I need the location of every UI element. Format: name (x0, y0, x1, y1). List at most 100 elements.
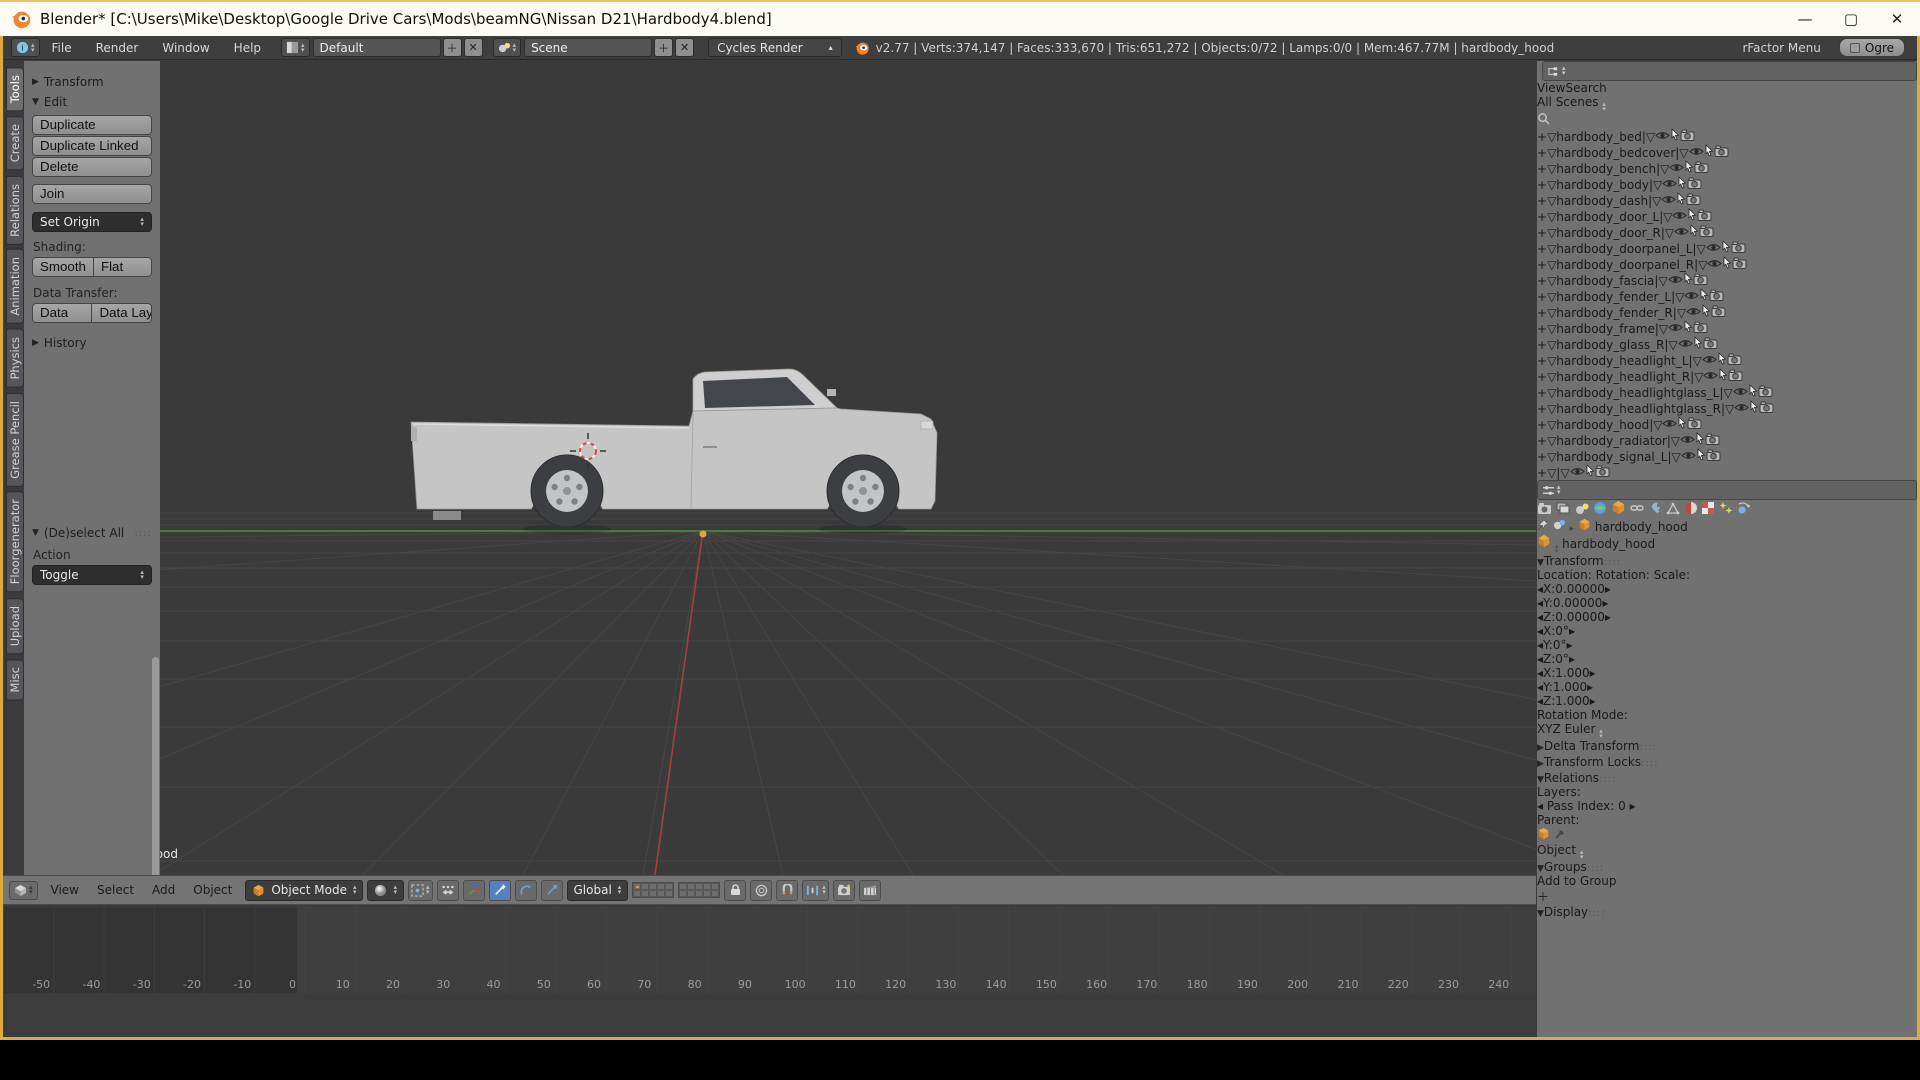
outliner-item-hardbody-bedcover[interactable]: +▽hardbody_bedcover|▽ (1537, 144, 1917, 160)
expand-icon[interactable]: + (1537, 322, 1547, 336)
shelf-tab-create[interactable]: Create (6, 116, 24, 170)
selectability-cursor-icon[interactable] (1722, 258, 1732, 272)
layer-cell[interactable] (665, 883, 673, 890)
selectability-cursor-icon[interactable] (1687, 210, 1697, 224)
visibility-eye-icon[interactable] (1678, 338, 1693, 352)
selectability-cursor-icon[interactable] (1585, 466, 1595, 480)
layer-cell[interactable] (711, 883, 719, 890)
shelf-tab-animation[interactable]: Animation (6, 249, 24, 324)
data-button[interactable]: Data (32, 303, 92, 323)
object-name[interactable]: hardbody_headlight_R (1556, 370, 1690, 384)
tab-object[interactable] (1611, 504, 1626, 518)
shading-dropdown[interactable]: ▴▾ (367, 880, 404, 901)
selectability-cursor-icon[interactable] (1749, 402, 1759, 416)
renderability-camera-icon[interactable] (1694, 162, 1709, 176)
visibility-eye-icon[interactable] (1674, 226, 1689, 240)
join-button[interactable]: Join (32, 184, 152, 204)
renderability-camera-icon[interactable] (1758, 386, 1773, 400)
ogre-checkbox[interactable] (1850, 43, 1860, 53)
shelf-tab-relations[interactable]: Relations (6, 176, 24, 245)
object-name[interactable]: hardbody_headlightglass_R (1556, 402, 1721, 416)
visibility-eye-icon[interactable] (1684, 290, 1699, 304)
object-name[interactable]: hardbody_fender_R (1556, 306, 1672, 320)
tab-modifiers[interactable] (1648, 504, 1662, 518)
visibility-eye-icon[interactable] (1662, 418, 1677, 432)
expand-icon[interactable]: + (1537, 226, 1547, 240)
outliner-editor-type-button[interactable]: ▴▾ (1542, 61, 1917, 81)
visibility-eye-icon[interactable] (1570, 466, 1585, 480)
set-origin-dropdown[interactable]: Set Origin ▴▾ (32, 212, 152, 232)
expand-icon[interactable]: + (1537, 466, 1547, 480)
expand-icon[interactable]: + (1537, 290, 1547, 304)
scale-x-field[interactable]: ◂X:1.000▸ (1537, 666, 1917, 680)
outliner-item-hardbody-headlight-r[interactable]: +▽hardbody_headlight_R|▽ (1537, 368, 1917, 384)
tab-render-layers[interactable] (1556, 504, 1571, 518)
panel-transform[interactable]: ▶Transform (32, 75, 152, 89)
layer-cell[interactable] (695, 890, 703, 897)
renderability-camera-icon[interactable] (1732, 258, 1747, 272)
expand-icon[interactable]: + (1537, 210, 1547, 224)
info-menu-help[interactable]: Help (222, 41, 273, 55)
visibility-eye-icon[interactable] (1706, 242, 1721, 256)
layer-cell[interactable] (657, 883, 665, 890)
expand-icon[interactable]: + (1537, 418, 1547, 432)
outliner-item-hardbody-frame[interactable]: +▽hardbody_frame|▽ (1537, 320, 1917, 336)
expand-icon[interactable]: + (1537, 146, 1547, 160)
tab-world[interactable] (1593, 504, 1607, 518)
layer-cell[interactable] (711, 890, 719, 897)
visibility-eye-icon[interactable] (1702, 354, 1717, 368)
visibility-eye-icon[interactable] (1661, 194, 1676, 208)
rotation-z-field[interactable]: ◂Z:0°▸ (1537, 652, 1917, 666)
visibility-eye-icon[interactable] (1655, 130, 1670, 144)
expand-icon[interactable]: + (1537, 130, 1547, 144)
object-name[interactable]: hardbody_dash (1556, 194, 1648, 208)
delete-layout-button[interactable]: ✕ (464, 38, 483, 57)
outliner-item-hardbody-radiator[interactable]: +▽hardbody_radiator|▽ (1537, 432, 1917, 448)
selectability-cursor-icon[interactable] (1721, 242, 1731, 256)
shelf-tab-grease-pencil[interactable]: Grease Pencil (6, 393, 24, 487)
layer-cell[interactable] (657, 890, 665, 897)
outliner-scope-dropdown[interactable]: All Scenes ▴▾ (1537, 95, 1917, 112)
outliner-search-field[interactable] (1537, 112, 1917, 128)
truck-model[interactable] (411, 369, 937, 534)
scale-manipulator-button[interactable] (541, 880, 563, 901)
outliner-item-hardbody-glass-r[interactable]: +▽hardbody_glass_R|▽ (1537, 336, 1917, 352)
layer-cell[interactable] (695, 883, 703, 890)
selectability-cursor-icon[interactable] (1718, 370, 1728, 384)
renderability-camera-icon[interactable] (1693, 322, 1708, 336)
object-name[interactable]: hardbody_radiator (1556, 434, 1667, 448)
expand-icon[interactable]: + (1537, 386, 1547, 400)
selectability-cursor-icon[interactable] (1683, 274, 1693, 288)
renderability-camera-icon[interactable] (1731, 242, 1746, 256)
scene-icon-button[interactable]: ▴▾ (493, 38, 522, 57)
visibility-eye-icon[interactable] (1668, 322, 1683, 336)
panel-display[interactable]: ▼Display:::: (1537, 905, 1917, 919)
eyedropper-icon[interactable] (1554, 828, 1566, 840)
renderability-camera-icon[interactable] (1697, 210, 1712, 224)
selectability-cursor-icon[interactable] (1677, 418, 1687, 432)
object-name[interactable]: hardbody_hood (1556, 418, 1649, 432)
panel-groups[interactable]: ▼Groups:::: (1537, 860, 1917, 874)
visibility-eye-icon[interactable] (1668, 274, 1683, 288)
expand-icon[interactable]: + (1537, 242, 1547, 256)
duplicate-button[interactable]: Duplicate (32, 115, 152, 135)
selectability-cursor-icon[interactable] (1676, 194, 1686, 208)
outliner-item-hardbody-doorpanel-l[interactable]: +▽hardbody_doorpanel_L|▽ (1537, 240, 1917, 256)
tab-render[interactable] (1537, 504, 1552, 518)
layer-cell[interactable] (641, 883, 649, 890)
selectability-cursor-icon[interactable] (1689, 226, 1699, 240)
outliner-item-hardbody-door-l[interactable]: +▽hardbody_door_L|▽ (1537, 208, 1917, 224)
shelf-tab-upload[interactable]: Upload (6, 598, 24, 654)
selectability-cursor-icon[interactable] (1748, 386, 1758, 400)
action-dropdown[interactable]: Toggle ▴▾ (32, 565, 152, 585)
selectability-cursor-icon[interactable] (1677, 178, 1687, 192)
shelf-tab-misc[interactable]: Misc (6, 659, 24, 700)
translate-manipulator-button[interactable] (489, 880, 511, 901)
maximize-button[interactable]: ▢ (1828, 2, 1874, 36)
expand-icon[interactable]: + (1537, 434, 1547, 448)
add-to-group-button[interactable]: Add to Group (1537, 874, 1917, 888)
layer-cell[interactable] (649, 890, 657, 897)
visibility-eye-icon[interactable] (1707, 258, 1722, 272)
object-name[interactable]: hardbody_fascia (1556, 274, 1654, 288)
scale-z-field[interactable]: ◂Z:1.000▸ (1537, 694, 1917, 708)
